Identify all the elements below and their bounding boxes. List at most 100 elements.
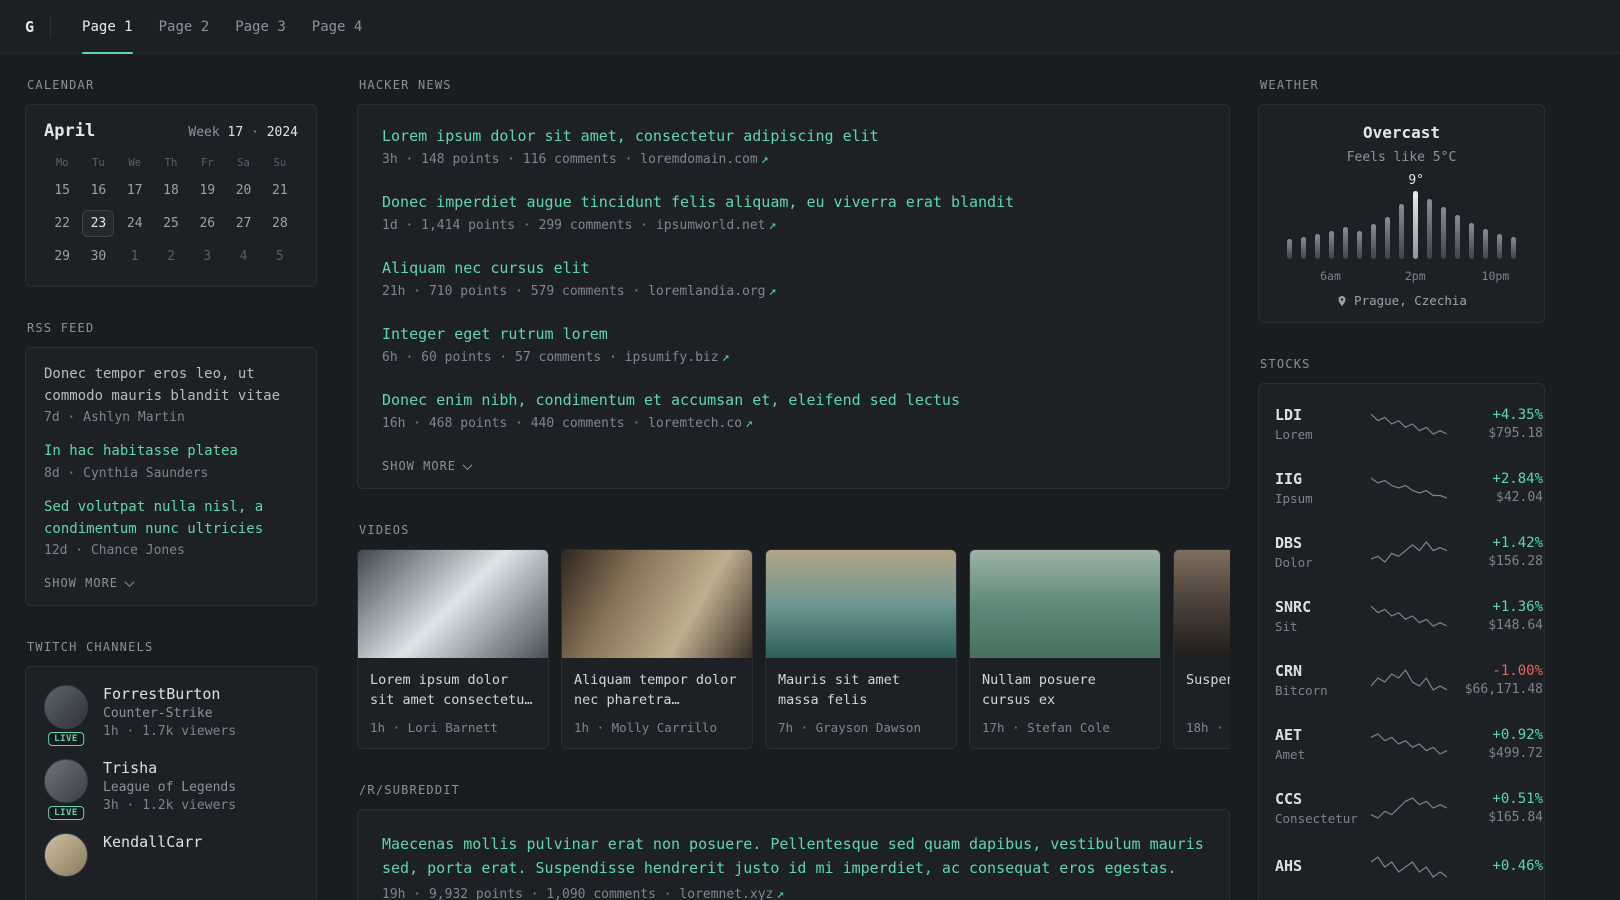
- right-column: WEATHER Overcast Feels like 5°C 9° 6am 2…: [1258, 78, 1545, 900]
- rss-item-meta: 7d · Ashlyn Martin: [44, 410, 185, 426]
- video-meta: 1h · Lori Barnett: [370, 720, 498, 735]
- stock-row[interactable]: SNRC Sit +1.36% $148.64: [1275, 584, 1543, 648]
- video-card[interactable]: Suspendisse diam 18h · Tara Riley: [1173, 549, 1230, 749]
- hn-item-title[interactable]: Integer eget rutrum lorem: [382, 325, 1205, 343]
- hn-item-title[interactable]: Donec enim nibh, condimentum et accumsan…: [382, 391, 1205, 409]
- subreddit-section-label: /R/SUBREDDIT: [359, 783, 461, 797]
- rss-item: Sed volutpat nulla nisl, a condimentum n…: [44, 497, 298, 558]
- tab-page-1[interactable]: Page 1: [69, 0, 146, 54]
- stocks-section-label: STOCKS: [1260, 357, 1311, 371]
- stock-row[interactable]: DBS Dolor +1.42% $156.28: [1275, 520, 1543, 584]
- avatar-wrap: LIVE: [44, 759, 88, 821]
- rss-item-title[interactable]: In hac habitasse platea: [44, 441, 298, 463]
- hn-domain-link[interactable]: loremlandia.org: [648, 284, 765, 299]
- external-link-icon: ↗: [776, 887, 785, 900]
- video-title[interactable]: Suspendisse diam: [1174, 658, 1230, 712]
- twitch-widget: TWITCH CHANNELS LIVE ForrestBurton Count…: [25, 640, 317, 900]
- video-title[interactable]: Lorem ipsum dolor sit amet consectetu…: [358, 658, 548, 712]
- channel-name[interactable]: ForrestBurton: [103, 685, 236, 703]
- rss-item-meta: 12d · Chance Jones: [44, 543, 185, 559]
- stock-price: $156.28: [1488, 554, 1543, 569]
- video-title[interactable]: Aliquam tempor dolor nec pharetra…: [562, 658, 752, 712]
- video-thumbnail[interactable]: [358, 550, 548, 658]
- stocks-widget: STOCKS LDI Lorem +4.35% $795.18 IIG Ipsum +…: [1258, 357, 1545, 900]
- reddit-post-title[interactable]: Maecenas mollis pulvinar erat non posuer…: [382, 832, 1205, 880]
- hn-item-title[interactable]: Aliquam nec cursus elit: [382, 259, 1205, 277]
- calendar-section-label: CALENDAR: [27, 78, 95, 92]
- video-card[interactable]: Aliquam tempor dolor nec pharetra… 1h · …: [561, 549, 753, 749]
- calendar-day: 17: [126, 183, 143, 198]
- hn-domain-link[interactable]: ipsumify.biz: [625, 350, 719, 365]
- hn-item-meta: 6h · 60 points · 57 comments · ipsumify.…: [382, 350, 730, 365]
- video-thumbnail[interactable]: [562, 550, 752, 658]
- channel-name[interactable]: Trisha: [103, 759, 236, 777]
- video-card[interactable]: Lorem ipsum dolor sit amet consectetu… 1…: [357, 549, 549, 749]
- hn-domain-link[interactable]: loremtech.co: [648, 416, 742, 431]
- page-tabs: Page 1 Page 2 Page 3 Page 4: [69, 0, 375, 54]
- rss-widget: RSS FEED Donec tempor eros leo, ut commo…: [25, 321, 317, 607]
- stock-row[interactable]: LDI Lorem +4.35% $795.18: [1275, 392, 1543, 456]
- video-card[interactable]: Mauris sit amet massa felis 7h · Grayson…: [765, 549, 957, 749]
- stock-change: +0.92%: [1492, 727, 1543, 743]
- channel-viewers: 3h · 1.2k viewers: [103, 798, 237, 814]
- stock-row[interactable]: IIG Ipsum +2.84% $42.04: [1275, 456, 1543, 520]
- stock-row[interactable]: AET Amet +0.92% $499.72: [1275, 712, 1543, 776]
- stock-price: $66,171.48: [1464, 682, 1543, 697]
- avatar: [44, 833, 88, 878]
- video-title[interactable]: Nullam posuere cursus ex: [970, 658, 1160, 712]
- hn-domain-link[interactable]: ipsumworld.net: [656, 218, 766, 233]
- hn-item-title[interactable]: Lorem ipsum dolor sit amet, consectetur …: [382, 127, 1205, 145]
- hn-item: Donec imperdiet augue tincidunt felis al…: [382, 193, 1205, 233]
- video-thumbnail[interactable]: [1174, 550, 1230, 658]
- calendar-week: Week 17 · 2024: [188, 125, 298, 140]
- stock-price: $499.72: [1488, 746, 1543, 761]
- channel-name[interactable]: KendallCarr: [103, 833, 202, 851]
- external-link-icon: ↗: [721, 350, 730, 365]
- calendar-weekday-row: Mo Tu We Th Fr Sa Su: [44, 157, 298, 169]
- tab-page-4[interactable]: Page 4: [299, 0, 376, 54]
- stock-values: +1.42% $156.28: [1447, 535, 1543, 569]
- reddit-domain-link[interactable]: loremnet.xyz: [679, 887, 773, 900]
- live-badge: LIVE: [48, 806, 84, 821]
- hn-item-title[interactable]: Donec imperdiet augue tincidunt felis al…: [382, 193, 1205, 211]
- rss-item-title[interactable]: Sed volutpat nulla nisl, a condimentum n…: [44, 497, 298, 540]
- stock-row[interactable]: CRN Bitcorn -1.00% $66,171.48: [1275, 648, 1543, 712]
- tab-page-2[interactable]: Page 2: [146, 0, 223, 54]
- stock-row[interactable]: CCS Consectetur +0.51% $165.84: [1275, 776, 1543, 840]
- rss-item-title[interactable]: Donec tempor eros leo, ut commodo mauris…: [44, 364, 298, 407]
- app-logo[interactable]: G: [25, 18, 34, 36]
- stock-change: -1.00%: [1492, 663, 1543, 679]
- video-card[interactable]: Nullam posuere cursus ex 17h · Stefan Co…: [969, 549, 1161, 749]
- stock-values: +2.84% $42.04: [1447, 471, 1543, 505]
- chevron-down-icon: [462, 459, 473, 470]
- stock-sparkline: [1371, 795, 1447, 821]
- calendar-day: 28: [272, 216, 288, 231]
- calendar-day: 2: [167, 249, 175, 264]
- channel-info: ForrestBurton Counter-Strike 1h · 1.7k v…: [103, 685, 236, 739]
- hn-domain-link[interactable]: loremdomain.com: [640, 152, 757, 167]
- dow-fr: Fr: [200, 157, 214, 169]
- hn-show-more-button[interactable]: SHOW MORE: [382, 459, 473, 473]
- tab-page-3[interactable]: Page 3: [222, 0, 299, 54]
- reddit-post-meta: 19h · 9,932 points · 1,090 comments · lo…: [382, 887, 785, 900]
- subreddit-card: Maecenas mollis pulvinar erat non posuer…: [357, 809, 1230, 900]
- video-row: Lorem ipsum dolor sit amet consectetu… 1…: [357, 549, 1230, 749]
- stock-values: +0.51% $165.84: [1447, 791, 1543, 825]
- stock-row[interactable]: AHS +0.46%: [1275, 840, 1543, 894]
- hn-item-meta: 3h · 148 points · 116 comments · loremdo…: [382, 152, 769, 167]
- stock-change: +4.35%: [1492, 407, 1543, 423]
- calendar-day-selected: 23: [80, 208, 116, 239]
- twitch-channel[interactable]: LIVE Trisha League of Legends 3h · 1.2k …: [44, 759, 298, 821]
- video-meta: 18h · Tara Riley: [1186, 720, 1230, 735]
- time-label: 6am: [1320, 269, 1341, 283]
- twitch-channel[interactable]: LIVE ForrestBurton Counter-Strike 1h · 1…: [44, 685, 298, 747]
- video-meta: 1h · Molly Carrillo: [574, 720, 717, 735]
- external-link-icon: ↗: [760, 152, 769, 167]
- weather-time-labels: 6am 2pm 10pm: [1287, 269, 1516, 283]
- video-thumbnail[interactable]: [970, 550, 1160, 658]
- twitch-channel[interactable]: KendallCarr: [44, 833, 298, 878]
- video-title[interactable]: Mauris sit amet massa felis: [766, 658, 956, 712]
- rss-show-more-button[interactable]: SHOW MORE: [44, 576, 135, 590]
- video-thumbnail[interactable]: [766, 550, 956, 658]
- video-meta: 17h · Stefan Cole: [982, 720, 1110, 735]
